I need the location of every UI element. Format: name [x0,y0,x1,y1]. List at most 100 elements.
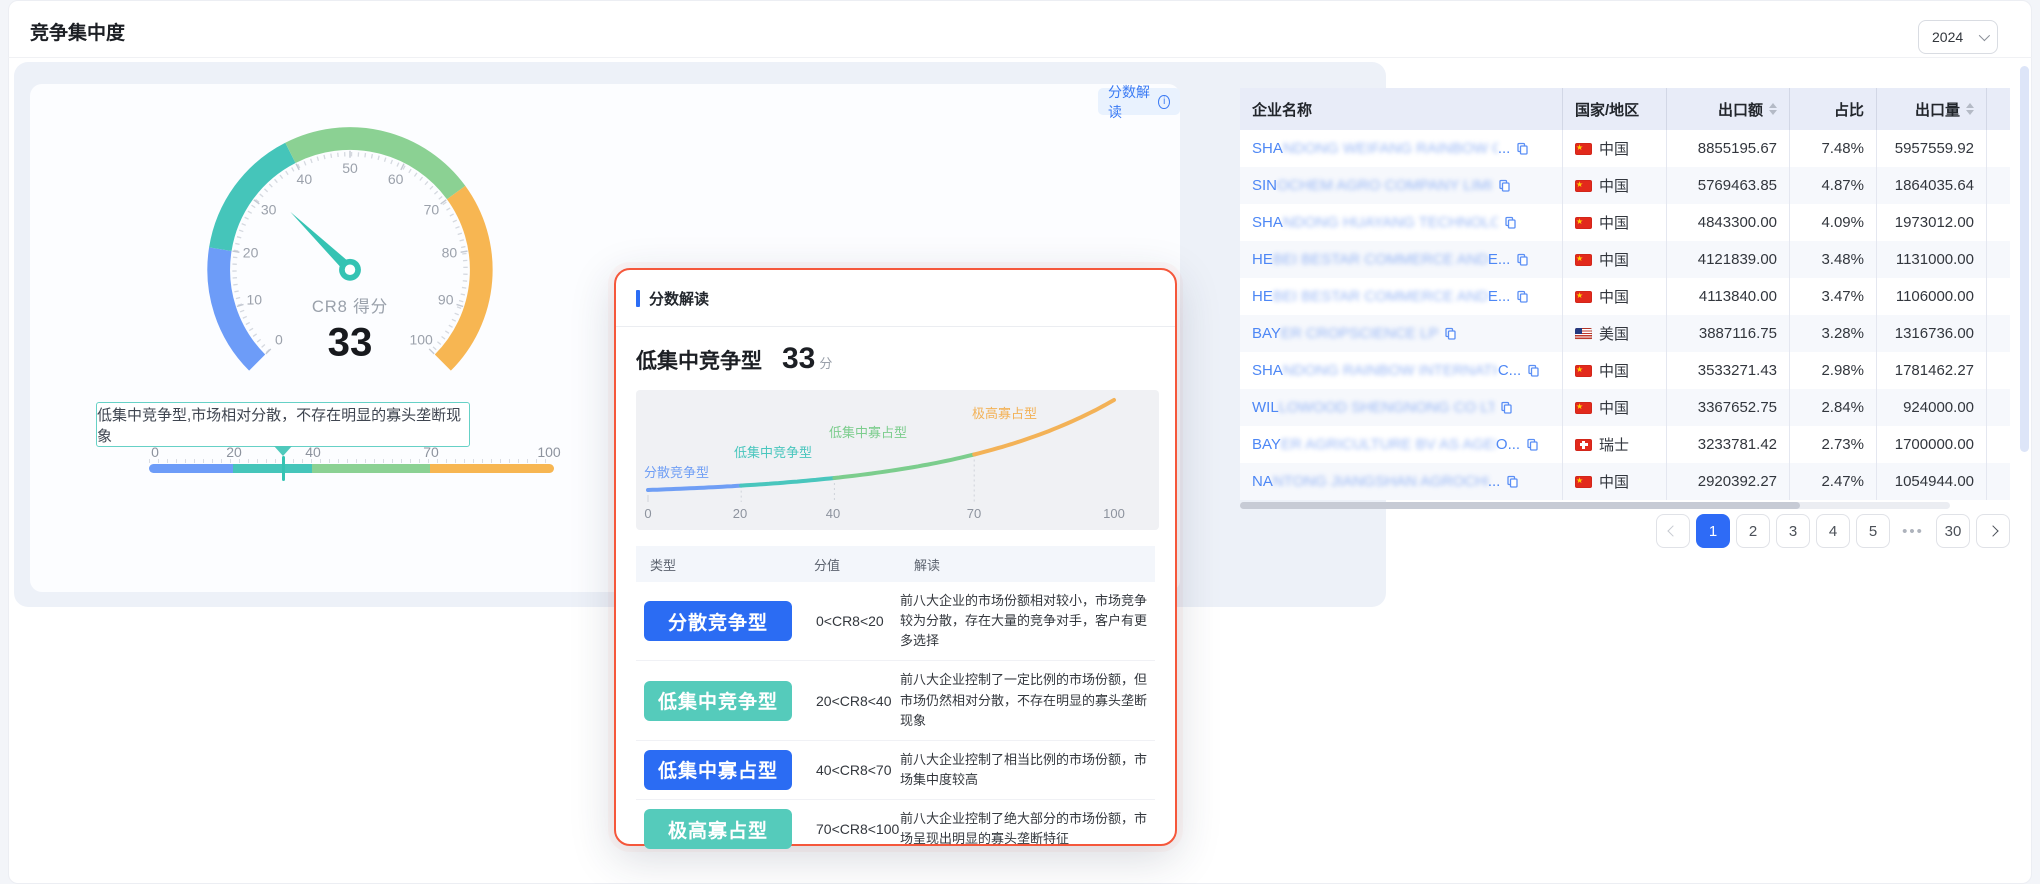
company-name-link[interactable]: SHANDONG WEIFANG RAINBOW CHEMI... [1252,140,1510,157]
score-unit: 分 [819,353,832,372]
export-amount: 5769463.85 [1666,167,1789,204]
company-name-link[interactable]: BAYER AGRICULTURE BV AS AGENT FO... [1252,436,1520,453]
share: 3.48% [1789,241,1876,278]
pagination-next-button[interactable] [1976,514,2010,548]
type-badge: 分散竞争型 [644,601,792,641]
copy-icon[interactable] [1516,253,1529,266]
col-export-volume: 出口量 [1915,99,1960,120]
copy-icon[interactable] [1498,179,1511,192]
range-segment-blue [149,464,233,473]
table-row: BAYER AGRICULTURE BV AS AGENT FO... 瑞士 3… [1240,426,2010,463]
svg-text:10: 10 [246,292,262,308]
table-row: SHANDONG RAINBOW INTERNATIONALC... 中国 35… [1240,352,2010,389]
col-country: 国家/地区 [1575,99,1639,120]
score-explain-link[interactable]: 分数解读 i [1098,88,1180,115]
table-header-row: 企业名称 国家/地区 出口额 占比 出口量 [1240,88,2010,130]
table-row: SHANDONG WEIFANG RAINBOW CHEMI... 中国 885… [1240,130,2010,167]
copy-icon[interactable] [1516,142,1529,155]
table-horizontal-scrollbar[interactable] [1240,502,1950,509]
export-amount: 3367652.75 [1666,389,1789,426]
svg-text:60: 60 [388,171,404,187]
company-name-link[interactable]: SINOCHEM AGRO COMPANY LIMITED [1252,177,1492,194]
score-curve-chart: 分散竞争型 低集中竞争型 低集中寡占型 极高寡占型 0 20 40 70 100 [636,390,1159,530]
svg-text:50: 50 [342,160,358,176]
header-divider [8,57,2032,58]
pagination-page-3[interactable]: 3 [1776,514,1810,548]
year-select-value: 2024 [1932,29,1963,45]
interpretation-header-row: 类型 分值 解读 [636,546,1155,582]
copy-icon[interactable] [1527,364,1540,377]
svg-text:0: 0 [275,332,283,348]
pagination: 1 2 3 4 5 ••• 30 [1656,514,2010,548]
copy-icon[interactable] [1504,216,1517,229]
slider-tick-label: 100 [537,444,560,460]
copy-icon[interactable] [1516,290,1529,303]
pagination-page-2[interactable]: 2 [1736,514,1770,548]
share: 4.87% [1789,167,1876,204]
share: 7.48% [1789,130,1876,167]
pagination-prev-button[interactable] [1656,514,1690,548]
company-name-link[interactable]: SHANDONG HUAYANG TECHNOLOGY [1252,214,1498,231]
pagination-ellipsis[interactable]: ••• [1896,514,1930,548]
score-range-bar[interactable] [149,464,554,473]
interpretation-row: 极高寡占型 70<CR8<100 前八大企业控制了绝大部分的市场份额，市场呈现出… [636,800,1155,858]
slider-minor-ticks [149,459,554,463]
company-name-link[interactable]: SHANDONG RAINBOW INTERNATIONALC... [1252,362,1521,379]
curve-label-dispersed: 分散竞争型 [644,462,709,481]
pagination-page-4[interactable]: 4 [1816,514,1850,548]
copy-icon[interactable] [1444,327,1457,340]
flag-icon [1575,143,1592,155]
export-volume: 1131000.00 [1876,241,1986,278]
copy-icon[interactable] [1526,438,1539,451]
interpretation-text: 前八大企业控制了绝大部分的市场份额，市场呈现出明显的寡头垄断特征 [900,809,1155,849]
svg-text:30: 30 [261,201,277,217]
scrollbar-thumb[interactable] [1240,502,1800,509]
share: 2.84% [1789,389,1876,426]
score-marker[interactable] [282,456,285,481]
col-export-amount: 出口额 [1718,99,1763,120]
copy-icon[interactable] [1500,401,1513,414]
company-name-link[interactable]: HEBEI BESTAR COMMERCE AND TRADE... [1252,251,1510,268]
sort-icon[interactable] [1769,103,1777,115]
pagination-page-5[interactable]: 5 [1856,514,1890,548]
year-select[interactable]: 2024 [1918,20,1998,54]
export-volume: 1106000.00 [1876,278,1986,315]
pagination-page-last[interactable]: 30 [1936,514,1970,548]
score-explain-modal: 分数解读 低集中竞争型 33 分 分散竞争型 低集中竞争型 低集中寡占型 极高寡… [614,268,1177,846]
svg-text:70: 70 [424,201,440,217]
curve-tick-label: 40 [826,506,840,521]
flag-icon [1575,291,1592,303]
svg-text:40: 40 [297,171,313,187]
chevron-right-icon [1987,525,1998,536]
company-name-link[interactable]: BAYER CROPSCIENCE LP [1252,325,1438,342]
sort-icon[interactable] [1966,103,1974,115]
export-volume: 1973012.00 [1876,204,1986,241]
curve-tick-label: 70 [967,506,981,521]
company-name-link[interactable]: NANTONG JIANGSHAN AGROCHEMICA... [1252,473,1500,490]
pagination-page-1[interactable]: 1 [1696,514,1730,548]
interpretation-row: 分散竞争型 0<CR8<20 前八大企业的市场份额相对较小，市场竞争较为分散，存… [636,582,1155,661]
score-range: 70<CR8<100 [800,821,900,837]
export-amount: 4113840.00 [1666,278,1789,315]
score-range: 40<CR8<70 [800,762,900,778]
company-name-link[interactable]: HEBEI BESTAR COMMERCE AND TRADE... [1252,288,1510,305]
company-name-link[interactable]: WILLOWOOD SHENGNONG CO LTD [1252,399,1494,416]
export-amount: 3233781.42 [1666,426,1789,463]
table-row: HEBEI BESTAR COMMERCE AND TRADE... 中国 41… [1240,278,2010,315]
share: 3.28% [1789,315,1876,352]
export-volume: 924000.00 [1876,389,1986,426]
copy-icon[interactable] [1506,475,1519,488]
svg-text:100: 100 [409,332,433,348]
gauge-tooltip: 低集中竞争型,市场相对分散，不存在明显的寡头垄断现象 [96,402,470,447]
range-segment-orange [430,464,554,473]
page-vertical-scrollbar[interactable] [2020,66,2029,452]
export-amount: 3887116.75 [1666,315,1789,352]
flag-icon [1575,254,1592,266]
gauge-label: CR8 得分 [312,297,388,316]
export-amount: 4121839.00 [1666,241,1789,278]
interpretation-text: 前八大企业控制了相当比例的市场份额，市场集中度较高 [900,750,1155,790]
info-icon: i [1158,95,1170,109]
type-badge: 低集中寡占型 [644,750,792,790]
share: 2.73% [1789,426,1876,463]
interpretation-text: 前八大企业控制了一定比例的市场份额，但市场仍然相对分散，不存在明显的寡头垄断现象 [900,670,1155,730]
